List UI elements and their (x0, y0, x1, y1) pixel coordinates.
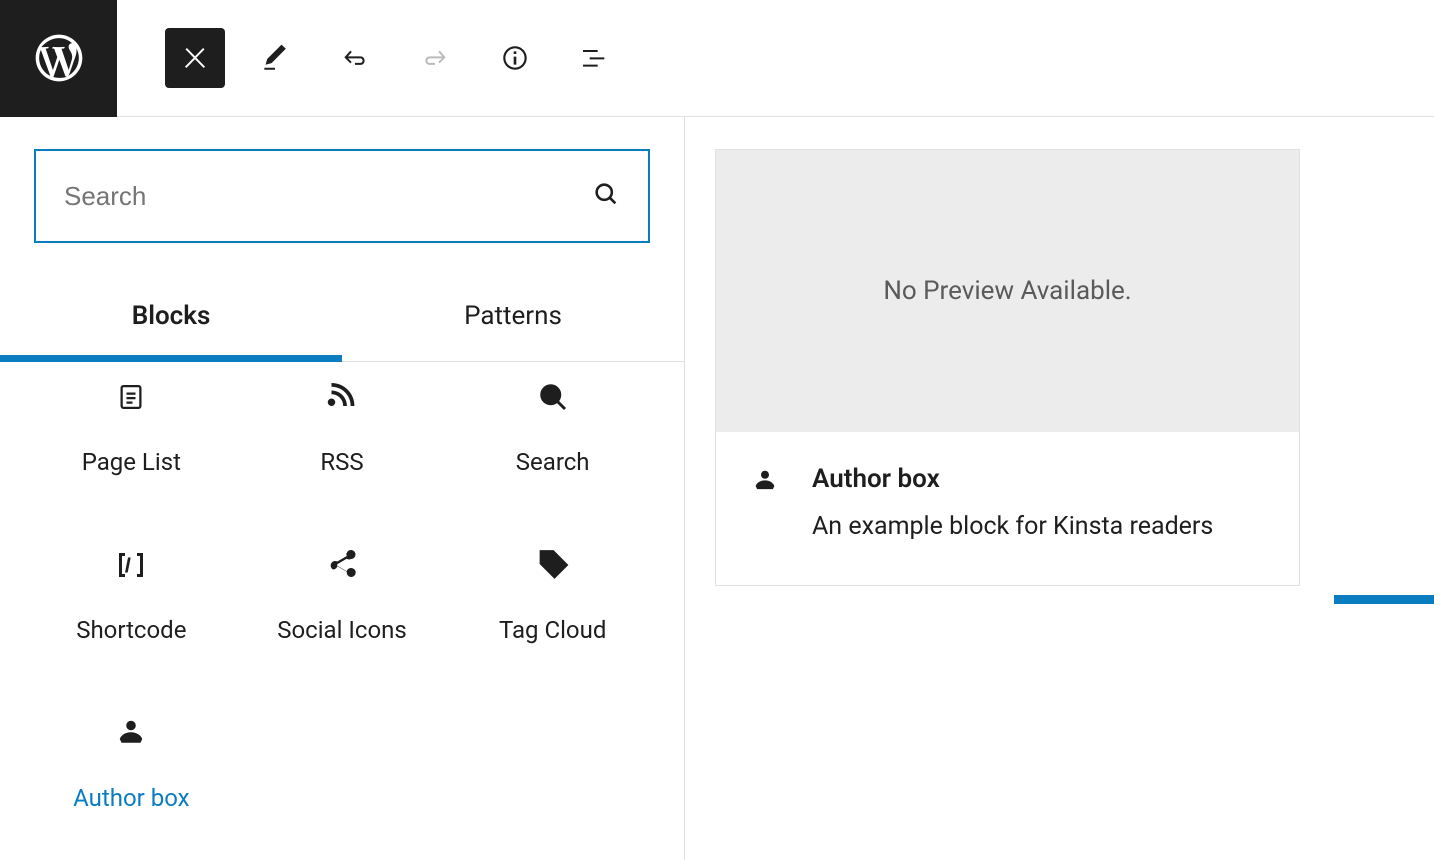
list-view-button[interactable] (565, 28, 625, 88)
block-label: Shortcode (76, 616, 186, 644)
content-area: Blocks Patterns Page List RSS (0, 117, 1434, 860)
block-author-box[interactable]: Author box (26, 704, 237, 822)
tab-underline (0, 355, 342, 362)
tag-icon (534, 546, 572, 584)
block-label: RSS (320, 448, 363, 476)
search-icon (592, 180, 620, 212)
edit-button[interactable] (245, 28, 305, 88)
info-icon (499, 42, 531, 74)
shortcode-icon (112, 546, 150, 584)
preview-description: An example block for Kinsta readers (812, 512, 1213, 541)
search-wrapper (0, 117, 684, 255)
outline-icon (579, 42, 611, 74)
preview-pane: No Preview Available. Author box An exam… (685, 117, 1434, 860)
block-page-list[interactable]: Page List (26, 368, 237, 486)
block-shortcode[interactable]: Shortcode (26, 536, 237, 654)
redo-icon (419, 42, 451, 74)
block-tag-cloud[interactable]: Tag Cloud (447, 536, 658, 654)
search-box[interactable] (34, 149, 650, 243)
block-preview-card: No Preview Available. Author box An exam… (715, 149, 1300, 586)
block-label: Author box (73, 784, 189, 812)
accent-strip (1334, 595, 1434, 604)
preview-info: Author box An example block for Kinsta r… (716, 432, 1299, 585)
inserter-tabs: Blocks Patterns (0, 277, 684, 362)
block-inserter-panel: Blocks Patterns Page List RSS (0, 117, 685, 860)
preview-author-icon (750, 466, 784, 500)
details-button[interactable] (485, 28, 545, 88)
close-icon (179, 42, 211, 74)
redo-button[interactable] (405, 28, 465, 88)
toolbar-buttons (117, 28, 625, 88)
wordpress-logo[interactable] (0, 0, 117, 117)
block-label: Social Icons (277, 616, 407, 644)
rss-icon (323, 378, 361, 416)
tab-blocks[interactable]: Blocks (0, 277, 342, 361)
block-search[interactable]: Search (447, 368, 658, 486)
blocks-grid: Page List RSS Search Shortcode (0, 362, 684, 822)
block-label: Tag Cloud (499, 616, 606, 644)
preview-placeholder: No Preview Available. (716, 150, 1299, 432)
close-inserter-button[interactable] (165, 28, 225, 88)
preview-title: Author box (812, 464, 1213, 494)
search-block-icon (534, 378, 572, 416)
block-rss[interactable]: RSS (237, 368, 448, 486)
block-social-icons[interactable]: Social Icons (237, 536, 448, 654)
block-label: Page List (82, 448, 181, 476)
tab-patterns[interactable]: Patterns (342, 277, 684, 361)
undo-button[interactable] (325, 28, 385, 88)
author-icon (112, 714, 150, 752)
search-input[interactable] (64, 181, 620, 212)
preview-text: Author box An example block for Kinsta r… (812, 464, 1213, 541)
wordpress-icon (31, 30, 87, 86)
page-list-icon (112, 378, 150, 416)
top-toolbar (0, 0, 1434, 117)
share-icon (323, 546, 361, 584)
block-label: Search (516, 448, 590, 476)
pencil-icon (259, 42, 291, 74)
undo-icon (339, 42, 371, 74)
